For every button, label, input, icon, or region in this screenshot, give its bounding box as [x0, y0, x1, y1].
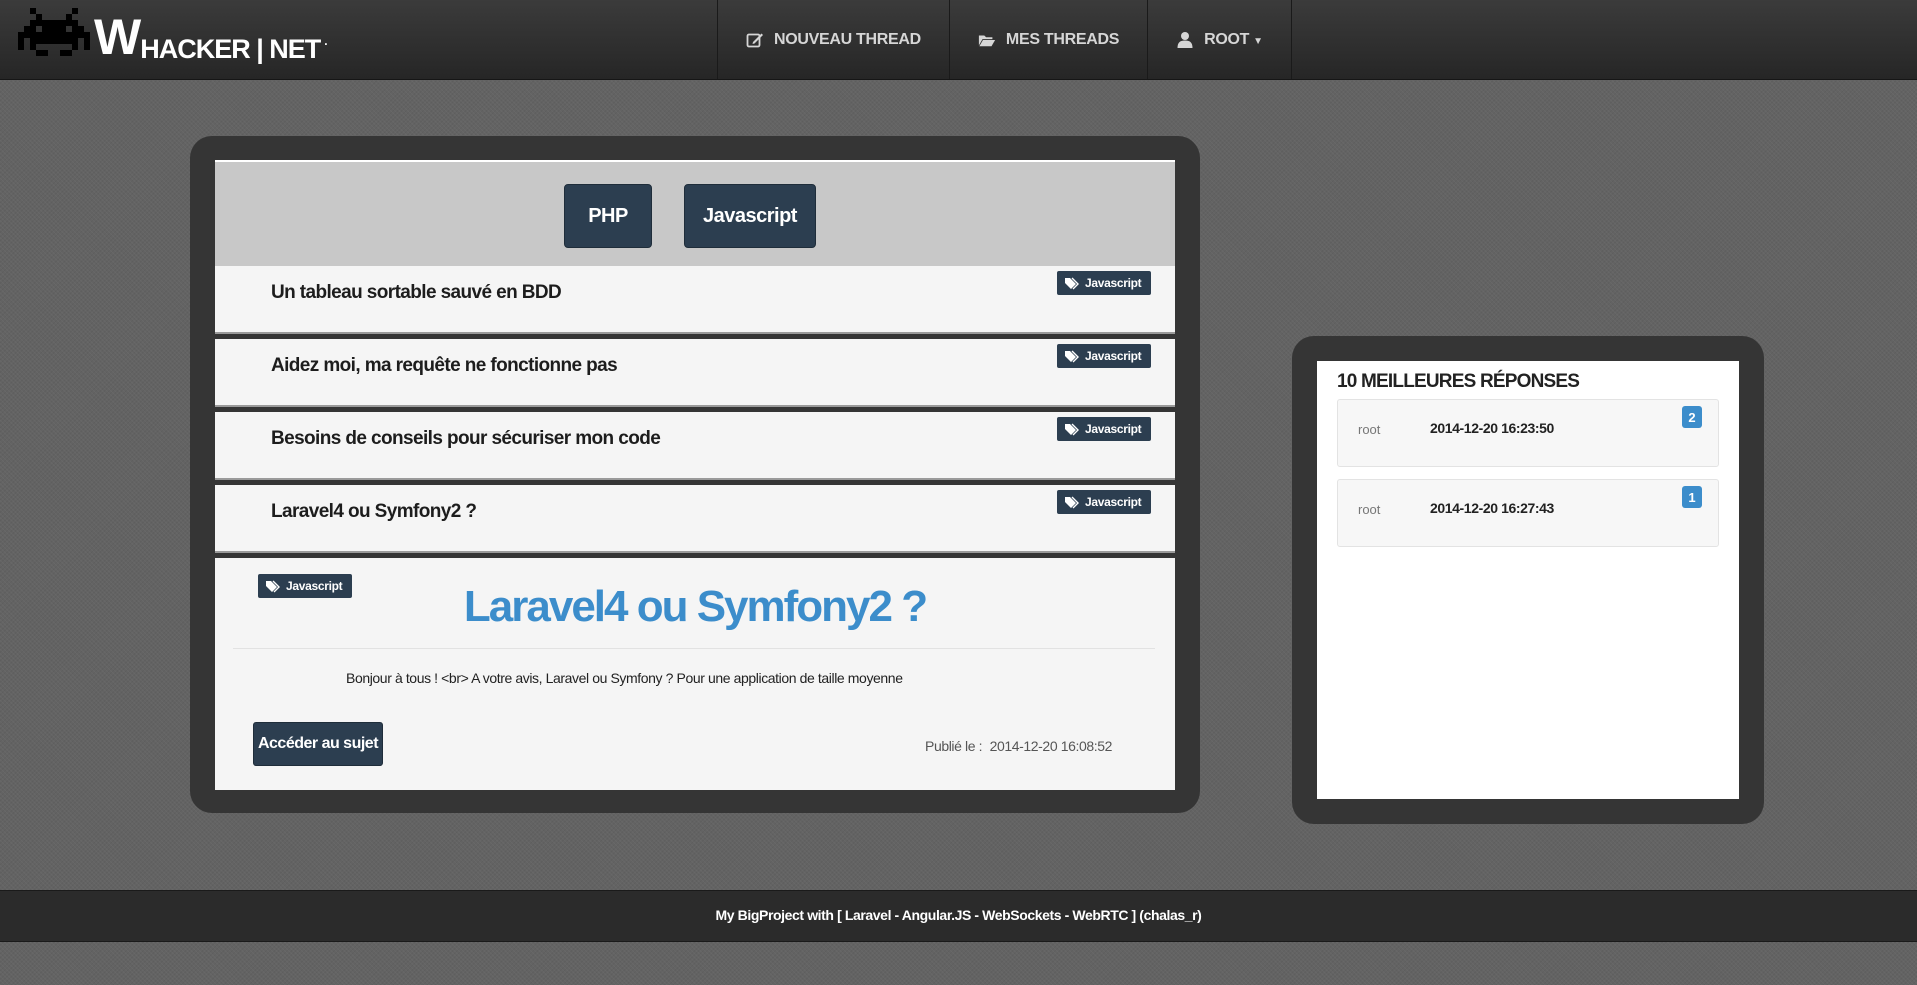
- space-invader-logo-icon: [18, 8, 90, 56]
- detail-title: Laravel4 ou Symfony2 ?: [463, 582, 928, 631]
- thread-detail: Javascript Laravel4 ou Symfony2 ? Bonjou…: [215, 558, 1175, 790]
- footer-text: My BigProject with [ Laravel - Angular.J…: [715, 907, 1202, 923]
- detail-body: Bonjour à tous ! <br> A votre avis, Lara…: [346, 670, 903, 686]
- answer-score-badge: 2: [1682, 406, 1702, 428]
- threads-panel-inner: PHP Javascript Un tableau sortable sauvé…: [215, 160, 1175, 790]
- published-date: 2014-12-20 16:08:52: [989, 738, 1113, 754]
- footer: My BigProject with [ Laravel - Angular.J…: [0, 890, 1917, 942]
- divider: [233, 648, 1155, 649]
- nav-my-threads[interactable]: MES THREADS: [948, 0, 1147, 79]
- access-thread-button[interactable]: Accéder au sujet: [253, 722, 383, 766]
- answer-user: root: [1358, 422, 1381, 437]
- thread-tag-label: Javascript: [1057, 417, 1152, 441]
- tag-icon: [1065, 350, 1079, 362]
- navbar: WHACKER | NET. NOUVEAU THREAD MES THREAD…: [0, 0, 1917, 80]
- thread-tag-text: Javascript: [1085, 422, 1142, 436]
- answer-score-badge: 1: [1682, 486, 1702, 508]
- thread-tag-label: Javascript: [1057, 271, 1152, 295]
- thread-tag-text: Javascript: [1085, 349, 1142, 363]
- tag-filter-php-button[interactable]: PHP: [564, 184, 652, 248]
- chevron-down-icon: ▼: [1253, 36, 1263, 47]
- thread-tag-text: Javascript: [1085, 495, 1142, 509]
- thread-title[interactable]: Un tableau sortable sauvé en BDD: [271, 282, 562, 304]
- nav-user-label: ROOT: [1204, 30, 1250, 48]
- tag-icon: [1065, 496, 1079, 508]
- thread-row[interactable]: Un tableau sortable sauvé en BDD Javascr…: [215, 266, 1175, 334]
- nav-new-thread-label: NOUVEAU THREAD: [774, 30, 921, 48]
- tag-filter-bar: PHP Javascript: [215, 160, 1175, 266]
- thread-tag-text: Javascript: [1085, 276, 1142, 290]
- brand-logo-link[interactable]: WHACKER | NET.: [18, 8, 328, 70]
- thread-title[interactable]: Aidez moi, ma requête ne fonctionne pas: [271, 355, 618, 377]
- answer-user: root: [1358, 502, 1381, 517]
- published-info: Publié le : 2014-12-20 16:08:52: [925, 738, 1112, 754]
- thread-title[interactable]: Laravel4 ou Symfony2 ?: [271, 501, 477, 523]
- threads-panel: PHP Javascript Un tableau sortable sauvé…: [190, 136, 1200, 813]
- thread-tag-label: Javascript: [1057, 490, 1152, 514]
- thread-tag-label: Javascript: [1057, 344, 1152, 368]
- folder-open-icon: [978, 35, 996, 46]
- best-answers-inner: 10 MEILLEURES RÉPONSES root 2014-12-20 1…: [1317, 361, 1739, 799]
- answer-date: 2014-12-20 16:27:43: [1430, 500, 1554, 516]
- best-answers-panel: 10 MEILLEURES RÉPONSES root 2014-12-20 1…: [1292, 336, 1764, 824]
- edit-icon: [746, 33, 763, 47]
- tag-icon: [1065, 423, 1079, 435]
- thread-row[interactable]: Aidez moi, ma requête ne fonctionne pas …: [215, 339, 1175, 407]
- nav-user-menu[interactable]: ROOT ▼: [1147, 0, 1292, 79]
- thread-row[interactable]: Besoins de conseils pour sécuriser mon c…: [215, 412, 1175, 480]
- tag-icon: [1065, 277, 1079, 289]
- nav-my-threads-label: MES THREADS: [1005, 30, 1120, 48]
- user-icon: [1177, 31, 1193, 48]
- answer-item[interactable]: root 2014-12-20 16:23:50 2: [1337, 399, 1719, 467]
- best-answers-title: 10 MEILLEURES RÉPONSES: [1337, 371, 1580, 392]
- nav-new-thread[interactable]: NOUVEAU THREAD: [717, 0, 949, 79]
- answer-date: 2014-12-20 16:23:50: [1430, 420, 1554, 436]
- tag-filter-javascript-button[interactable]: Javascript: [684, 184, 816, 248]
- brand-name: WHACKER | NET.: [94, 9, 328, 65]
- main-nav: NOUVEAU THREAD MES THREADS ROOT ▼: [717, 0, 1292, 79]
- brand-w: W: [94, 9, 141, 65]
- brand-dot: .: [324, 34, 328, 48]
- published-label: Publié le :: [925, 738, 983, 754]
- answer-item[interactable]: root 2014-12-20 16:27:43 1: [1337, 479, 1719, 547]
- thread-row[interactable]: Laravel4 ou Symfony2 ? Javascript: [215, 485, 1175, 553]
- thread-title[interactable]: Besoins de conseils pour sécuriser mon c…: [271, 428, 661, 450]
- brand-hacker-net: HACKER | NET: [140, 34, 321, 64]
